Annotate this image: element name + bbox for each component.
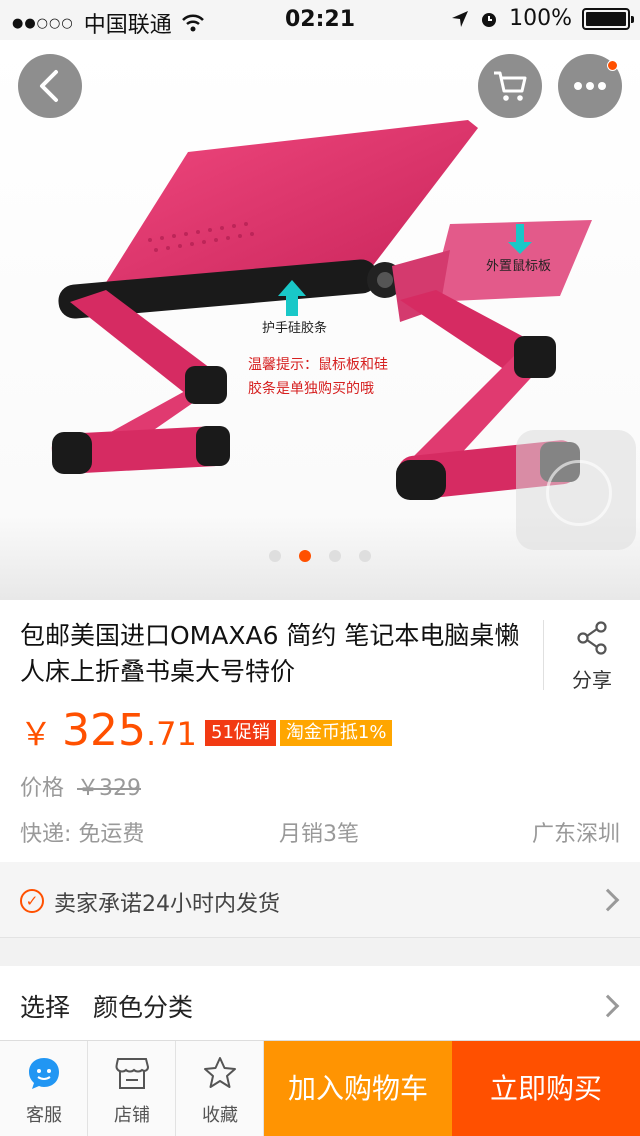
- battery-percent: 100%: [509, 6, 572, 31]
- add-to-cart-button[interactable]: 加入购物车: [264, 1041, 452, 1136]
- share-label: 分享: [572, 668, 612, 692]
- share-button[interactable]: 分享: [543, 620, 640, 692]
- battery-icon: [582, 7, 634, 30]
- cart-button[interactable]: [478, 54, 542, 118]
- location-arrow-icon: [452, 10, 469, 27]
- select-value: 颜色分类: [93, 993, 194, 1022]
- alarm-icon: [482, 12, 497, 27]
- chevron-left-icon: [40, 70, 58, 102]
- pager-dot[interactable]: [269, 550, 281, 562]
- favorite-label: 收藏: [202, 1105, 238, 1126]
- product-title: 包邮美国进口OMAXA6 简约 笔记本电脑桌懒人床上折叠书桌大号特价: [20, 621, 520, 686]
- location: 广东深圳: [531, 822, 620, 847]
- pager-dot[interactable]: [329, 550, 341, 562]
- buy-now-button[interactable]: 立即购买: [452, 1041, 640, 1136]
- promo-tag: 51促销: [205, 720, 276, 746]
- annotation-wrist-strip: 护手硅胶条: [262, 321, 328, 336]
- store-button[interactable]: 店铺: [88, 1041, 176, 1136]
- shopping-cart-icon: [494, 71, 527, 101]
- shipping-info: 快递: 免运费: [20, 822, 145, 847]
- customer-service-button[interactable]: 客服: [0, 1041, 88, 1136]
- shipping-promise-row[interactable]: ✓ 卖家承诺24小时内发货: [0, 862, 640, 938]
- price-decimal: .71: [146, 715, 197, 753]
- annotation-mouse-pad: 外置鼠标板: [486, 259, 552, 274]
- gallery-pager: [0, 550, 640, 562]
- original-price-label: 价格: [20, 776, 65, 801]
- favorite-button[interactable]: 收藏: [176, 1041, 264, 1136]
- annotation-tip-line2: 胶条是单独购买的哦: [248, 381, 374, 397]
- annotation-tip-line1: 温馨提示：鼠标板和硅: [248, 357, 388, 373]
- promo-tags: 51促销 淘金币抵1%: [205, 720, 393, 746]
- star-icon: [204, 1057, 236, 1088]
- price-integer: 325: [62, 705, 146, 756]
- original-price-value: ￥329: [77, 776, 142, 801]
- chevron-right-icon: [596, 994, 620, 1018]
- original-price: 价格 ￥329: [20, 770, 141, 802]
- store-icon: [115, 1058, 150, 1089]
- customer-service-label: 客服: [26, 1105, 62, 1126]
- check-circle-icon: ✓: [20, 889, 44, 913]
- status-bar: ●●○○○ 中国联通 02:21 100%: [0, 0, 640, 40]
- pager-dot-active[interactable]: [299, 550, 311, 562]
- assistive-touch-button[interactable]: [516, 430, 636, 550]
- chevron-right-icon: [596, 888, 620, 912]
- price-currency: ￥: [20, 715, 53, 753]
- share-icon: [577, 621, 607, 655]
- sku-select-row[interactable]: 选择 颜色分类: [0, 966, 640, 1042]
- status-right: 100%: [451, 6, 634, 31]
- price: ￥ 325 .71: [20, 705, 197, 756]
- notification-dot: [607, 60, 618, 71]
- coin-tag: 淘金币抵1%: [279, 720, 393, 746]
- more-button[interactable]: [558, 54, 622, 118]
- more-icon: [574, 82, 606, 90]
- shipping-promise-text: 卖家承诺24小时内发货: [54, 892, 280, 917]
- section-divider: [0, 938, 640, 968]
- title-block: 包邮美国进口OMAXA6 简约 笔记本电脑桌懒人床上折叠书桌大号特价 分享: [0, 600, 640, 710]
- select-label: 选择: [20, 993, 71, 1022]
- product-gallery[interactable]: 外置鼠标板 护手硅胶条 温馨提示：鼠标板和硅 胶条是单独购买的哦: [0, 40, 640, 600]
- pager-dot[interactable]: [359, 550, 371, 562]
- back-button[interactable]: [18, 54, 82, 118]
- store-label: 店铺: [114, 1105, 150, 1126]
- monthly-sales: 月销3笔: [279, 822, 359, 847]
- chat-face-icon: [29, 1058, 59, 1089]
- bottom-action-bar: 客服 店铺 收藏 加入购物车 立即购买: [0, 1040, 640, 1136]
